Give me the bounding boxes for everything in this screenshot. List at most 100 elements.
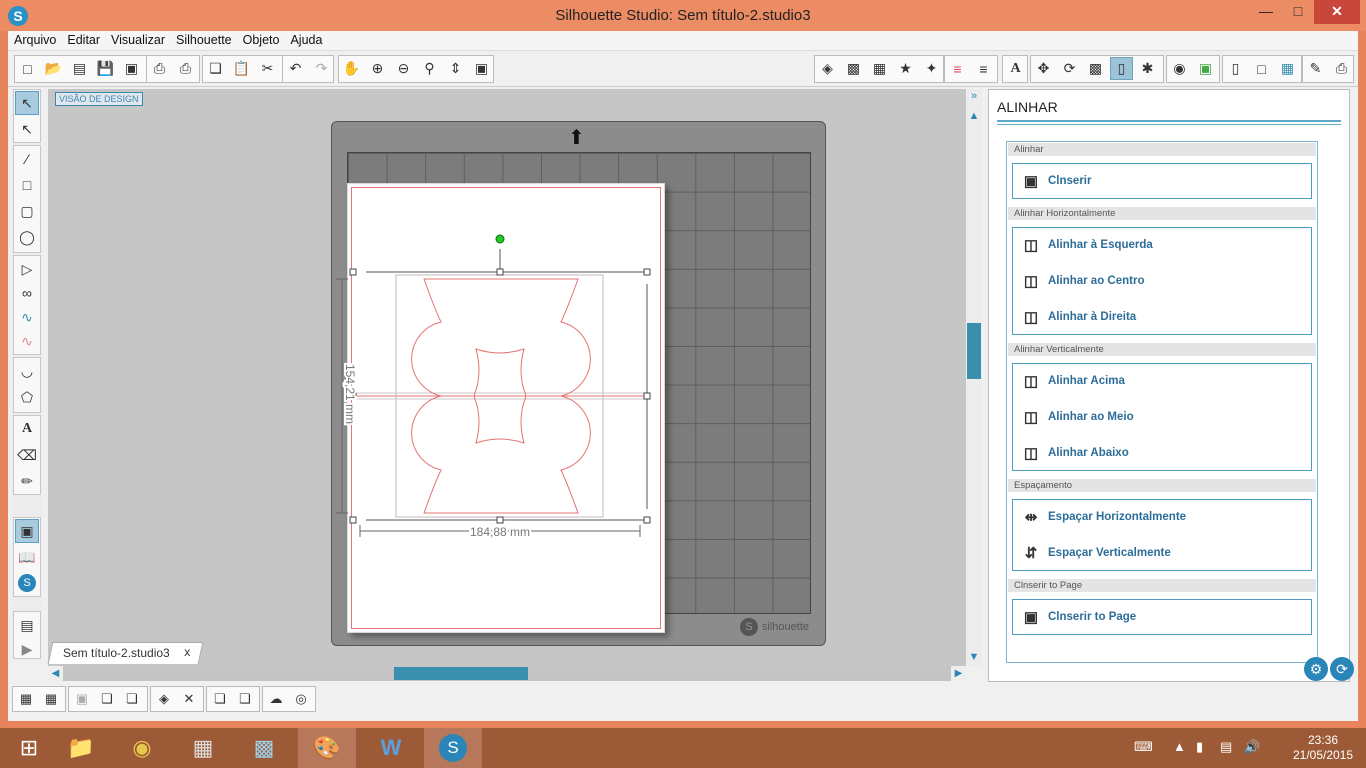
library-view-icon[interactable]: 📖 <box>15 545 39 569</box>
file-explorer-icon[interactable]: 📁 <box>52 728 110 768</box>
line-dash-icon[interactable]: ≡ <box>972 57 995 80</box>
library-icon[interactable]: ▤ <box>68 57 91 80</box>
gradient-fill-icon[interactable]: ▩ <box>842 57 865 80</box>
align-top-button[interactable]: ◫ Alinhar Acima <box>1019 366 1125 396</box>
design-canvas[interactable]: VISÃO DE DESIGN ⬆ Ssilhouette 184,88 mm … <box>48 89 966 666</box>
menu-ajuda[interactable]: Ajuda <box>285 31 327 49</box>
zoom-in-icon[interactable]: ⊕ <box>366 57 389 80</box>
curve-tool-icon[interactable]: ∞ <box>15 281 39 305</box>
center-button[interactable]: ▣ Clnserir <box>1019 166 1092 196</box>
send-cut-icon[interactable]: ⎙ <box>1330 57 1353 80</box>
line-width-icon[interactable]: ≡ <box>946 57 969 80</box>
rounded-rect-tool-icon[interactable]: ▢ <box>15 199 39 223</box>
line-style-icon[interactable]: ✦ <box>920 57 943 80</box>
zoom-drag-icon[interactable]: ⇕ <box>444 57 467 80</box>
minimize-button[interactable]: — <box>1250 0 1282 24</box>
open-file-icon[interactable]: 📂 <box>42 57 65 80</box>
save-icon[interactable]: 💾 <box>94 57 117 80</box>
menu-arquivo[interactable]: Arquivo <box>9 31 61 49</box>
group-icon[interactable]: ▦ <box>15 688 37 710</box>
fit-to-window-icon[interactable]: ▣ <box>470 57 493 80</box>
menu-editar[interactable]: Editar <box>62 31 105 49</box>
notes-app-icon[interactable]: ▩ <box>235 728 293 768</box>
zoom-selection-icon[interactable]: ⚲ <box>418 57 441 80</box>
replicate-icon[interactable]: ✱ <box>1136 57 1159 80</box>
collapse-panel-icon[interactable]: » <box>967 89 981 103</box>
cut-scissors-icon[interactable]: ✂ <box>256 57 279 80</box>
polygon-tool-icon[interactable]: ▷ <box>15 257 39 281</box>
fill-color-icon[interactable]: ◈ <box>816 57 839 80</box>
silhouette-store-icon[interactable]: S <box>15 571 39 595</box>
volume-icon[interactable]: 🔊 <box>1244 739 1260 755</box>
taskbar-clock[interactable]: 23:36 21/05/2015 <box>1288 733 1358 763</box>
pan-hand-icon[interactable]: ✋ <box>340 57 363 80</box>
print-icon[interactable]: ⎙ <box>148 57 171 80</box>
space-horizontal-button[interactable]: ⇹ Espaçar Horizontalmente <box>1019 502 1186 532</box>
trace-icon[interactable]: ◉ <box>1168 57 1191 80</box>
maximize-button[interactable]: □ <box>1282 0 1314 24</box>
design-view-icon[interactable]: ▣ <box>15 519 39 543</box>
selection-overlay[interactable]: 184,88 mm 154,21 mm <box>48 89 966 666</box>
horizontal-scroll-thumb[interactable] <box>394 667 528 680</box>
text-tool-icon[interactable]: A <box>15 417 39 441</box>
align-center-button[interactable]: ◫ Alinhar ao Centro <box>1019 266 1145 296</box>
send-to-silhouette-icon[interactable]: ⎙ <box>174 57 197 80</box>
line-tool-icon[interactable]: ∕ <box>15 147 39 171</box>
align-middle-button[interactable]: ◫ Alinhar ao Meio <box>1019 402 1134 432</box>
text-style-icon[interactable]: A <box>1004 57 1027 80</box>
align-left-button[interactable]: ◫ Alinhar à Esquerda <box>1019 230 1153 260</box>
paint-icon[interactable]: 🎨 <box>298 728 356 768</box>
close-button[interactable]: ✕ <box>1314 0 1360 24</box>
scroll-right-icon[interactable]: ▶ <box>951 666 966 681</box>
horizontal-scrollbar[interactable]: ◀ ▶ <box>48 666 966 681</box>
modify-icon[interactable]: ◈ <box>153 688 175 710</box>
rotate-icon[interactable]: ⟳ <box>1058 57 1081 80</box>
keyboard-icon[interactable]: ⌨ <box>1134 739 1153 755</box>
space-vertical-button[interactable]: ⇵ Espaçar Verticalmente <box>1019 538 1171 568</box>
regular-polygon-icon[interactable]: ⬠ <box>15 385 39 409</box>
edit-points-icon[interactable]: ↖ <box>15 117 39 141</box>
make-compound-icon[interactable]: ▣ <box>71 688 93 710</box>
network-icon[interactable]: ▤ <box>1220 739 1232 755</box>
word-icon[interactable]: W <box>362 728 420 768</box>
close-tab-icon[interactable]: x <box>184 645 190 659</box>
grid-icon[interactable]: ▦ <box>1276 57 1299 80</box>
redo-icon[interactable]: ↷ <box>310 57 333 80</box>
pattern-fill-icon[interactable]: ▦ <box>868 57 891 80</box>
play-icon[interactable]: ▶ <box>15 637 39 661</box>
scroll-left-icon[interactable]: ◀ <box>48 666 63 681</box>
save-to-library-icon[interactable]: ▣ <box>120 57 143 80</box>
offset-icon[interactable]: ▣ <box>1194 57 1217 80</box>
knife-tool-icon[interactable]: ✏ <box>15 469 39 493</box>
power-icon[interactable]: ▮ <box>1196 739 1203 755</box>
calculator-icon[interactable]: ▦ <box>174 728 232 768</box>
center-to-page-button[interactable]: ▣ Clnserir to Page <box>1019 602 1136 632</box>
page-setup-icon[interactable]: ▯ <box>1224 57 1247 80</box>
select-arrow-icon[interactable]: ↖ <box>15 91 39 115</box>
duplicate-icon[interactable]: ❏ <box>121 688 143 710</box>
delete-x-icon[interactable]: ✕ <box>178 688 200 710</box>
tray-expand-icon[interactable]: ▲ <box>1173 739 1186 754</box>
paste-icon[interactable]: 📋 <box>230 57 253 80</box>
settings-gear-icon[interactable]: ⚙ <box>1304 657 1328 681</box>
scroll-down-icon[interactable]: ▼ <box>967 650 981 664</box>
chrome-icon[interactable]: ◉ <box>113 728 171 768</box>
undo-icon[interactable]: ↶ <box>284 57 307 80</box>
align-icon[interactable]: ▯ <box>1110 57 1133 80</box>
release-compound-icon[interactable]: ❏ <box>96 688 118 710</box>
send-backward-icon[interactable]: ❏ <box>234 688 256 710</box>
menu-silhouette[interactable]: Silhouette <box>171 31 237 49</box>
window-view-icon[interactable]: ▤ <box>15 613 39 637</box>
zoom-out-icon[interactable]: ⊖ <box>392 57 415 80</box>
registration-marks-icon[interactable]: □ <box>1250 57 1273 80</box>
refresh-icon[interactable]: ⟳ <box>1330 657 1354 681</box>
line-color-icon[interactable]: ★ <box>894 57 917 80</box>
ungroup-icon[interactable]: ▦ <box>40 688 62 710</box>
copy-icon[interactable]: ❏ <box>204 57 227 80</box>
bring-forward-icon[interactable]: ❏ <box>209 688 231 710</box>
silhouette-taskbar-icon[interactable]: S <box>424 728 482 768</box>
freehand-tool-icon[interactable]: ∿ <box>15 305 39 329</box>
vertical-scroll-thumb[interactable] <box>967 323 981 379</box>
arc-tool-icon[interactable]: ◡ <box>15 359 39 383</box>
offset-rings-icon[interactable]: ◎ <box>290 688 312 710</box>
